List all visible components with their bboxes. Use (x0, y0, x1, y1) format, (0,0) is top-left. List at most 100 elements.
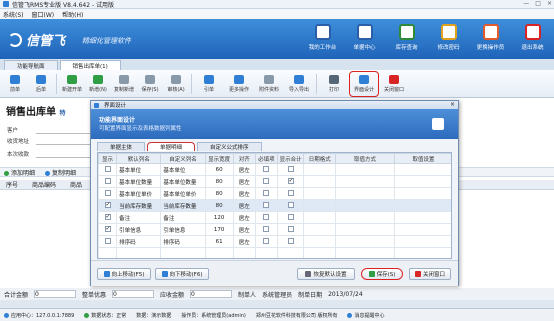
empty-cell[interactable] (303, 187, 337, 200)
custom-name-cell[interactable]: 基本单位 (160, 163, 206, 176)
required-checkbox[interactable] (263, 238, 270, 245)
width-cell[interactable]: 80 (204, 199, 234, 212)
custom-name-cell[interactable]: 引单信息 (160, 223, 206, 236)
topnav-item-2[interactable]: 库存查询 (389, 21, 424, 51)
empty-cell[interactable] (393, 211, 451, 224)
topnav-item-1[interactable]: 单据中心 (347, 21, 382, 51)
required-checkbox[interactable] (263, 202, 270, 209)
custom-name-cell[interactable]: 基本单位数量 (160, 175, 206, 188)
tab-document-body[interactable]: 单据主体 (97, 142, 146, 151)
empty-cell[interactable] (393, 163, 451, 176)
dialog-close-icon[interactable]: × (450, 101, 455, 108)
total-checkbox[interactable] (287, 238, 294, 245)
custom-name-cell[interactable]: 备注 (160, 211, 206, 224)
toolbar-button-12[interactable]: 界面设计 (349, 70, 379, 97)
empty-cell[interactable] (335, 223, 395, 236)
total-checkbox[interactable] (287, 202, 294, 209)
topnav-item-5[interactable]: 退出系统 (515, 21, 550, 51)
toolbar-button-13[interactable]: 关闭窗口 (379, 71, 409, 97)
required-checkbox[interactable] (263, 178, 270, 185)
minimize-button[interactable]: — (523, 0, 529, 7)
toolbar-button-9[interactable]: 附件资料 (254, 71, 284, 97)
close-window-button[interactable]: 关闭窗口 (409, 268, 451, 280)
empty-cell[interactable] (335, 199, 395, 212)
payment-field[interactable] (36, 157, 96, 158)
copy-detail-button[interactable]: 复制明细 (45, 168, 76, 177)
total-checkbox[interactable] (287, 166, 294, 173)
custom-name-cell[interactable]: 当前库存数量 (160, 199, 206, 212)
show-checkbox[interactable] (104, 166, 111, 173)
empty-cell[interactable] (335, 163, 395, 176)
toolbar-button-4[interactable]: 复制新增 (111, 71, 137, 97)
empty-cell[interactable] (335, 235, 395, 248)
address-field[interactable] (36, 144, 96, 145)
toolbar-button-2[interactable]: 新建开单 (59, 71, 85, 97)
menu-system[interactable]: 系统(S) (3, 10, 24, 19)
empty-cell[interactable] (393, 187, 451, 200)
toolbar-button-11[interactable]: 打印 (319, 71, 349, 97)
save-button[interactable]: 保存(S) (361, 268, 403, 280)
tab-sales-outbound[interactable]: 销售出库单(1) (59, 60, 121, 70)
empty-cell[interactable] (303, 175, 337, 188)
show-checkbox[interactable] (104, 178, 111, 185)
topnav-item-4[interactable]: 更换操作员 (473, 21, 508, 51)
table-row[interactable]: 当前库存数量当前库存数量80居左 (98, 199, 451, 212)
topnav-item-0[interactable]: 我的工作台 (305, 21, 340, 51)
empty-cell[interactable] (303, 235, 337, 248)
show-checkbox[interactable] (104, 213, 111, 221)
required-checkbox[interactable] (263, 166, 270, 173)
table-row[interactable]: 基本单位数量 基本单位数量 80 居左 (98, 175, 451, 188)
menu-window[interactable]: 窗口(W) (32, 10, 55, 19)
empty-cell[interactable] (335, 175, 395, 188)
width-cell[interactable]: 61 (204, 235, 234, 248)
total-checkbox[interactable] (287, 226, 294, 233)
toolbar-button-5[interactable]: 保存(S) (137, 71, 163, 97)
tab-navigation[interactable]: 功能导航面 (4, 60, 58, 70)
empty-cell[interactable] (393, 175, 451, 188)
tab-document-detail[interactable]: 单据明细 (147, 142, 196, 151)
toolbar-button-1[interactable]: 后单 (28, 71, 54, 97)
required-checkbox[interactable] (263, 214, 270, 221)
empty-cell[interactable] (303, 223, 337, 236)
table-row[interactable]: 备注备注120居左 (98, 211, 451, 224)
empty-cell[interactable] (303, 199, 337, 212)
move-up-button[interactable]: 向上移动(F5) (97, 268, 151, 280)
toolbar-button-8[interactable]: 更多操作 (224, 71, 254, 97)
required-checkbox[interactable] (263, 226, 270, 233)
close-button[interactable]: × (547, 0, 552, 7)
width-cell[interactable]: 170 (204, 223, 234, 236)
table-row[interactable]: 基本单位单价 基本单位单价 80 居左 (98, 187, 451, 200)
empty-cell[interactable] (303, 163, 337, 176)
show-checkbox[interactable] (104, 238, 111, 245)
table-row[interactable]: 引单信息引单信息170居左 (98, 223, 451, 236)
message-center[interactable]: 消息提醒中心 (347, 312, 384, 319)
discount-field[interactable]: 0 (112, 290, 155, 298)
width-cell[interactable]: 60 (204, 163, 234, 176)
topnav-item-3[interactable]: 修改密码 (431, 21, 466, 51)
table-row[interactable]: 排序码 排序码 61 居左 (98, 235, 451, 248)
move-down-button[interactable]: 向下移动(F6) (155, 268, 209, 280)
custom-name-cell[interactable]: 排序码 (160, 235, 206, 248)
required-checkbox[interactable] (263, 190, 270, 197)
reset-default-button[interactable]: 恢复默认设置 (297, 268, 355, 280)
show-checkbox[interactable] (104, 225, 111, 233)
toolbar-button-10[interactable]: 导入导出 (284, 71, 314, 97)
maximize-button[interactable]: □ (535, 0, 541, 7)
toolbar-button-0[interactable]: 前单 (2, 71, 28, 97)
custom-name-cell[interactable]: 基本单位单价 (160, 187, 206, 200)
menu-help[interactable]: 帮助(H) (62, 10, 83, 19)
customer-field[interactable] (36, 133, 96, 134)
table-row[interactable]: 基本单位 基本单位 60 居左 (98, 163, 451, 176)
total-checkbox[interactable] (287, 214, 294, 221)
empty-cell[interactable] (393, 199, 451, 212)
empty-cell[interactable] (335, 211, 395, 224)
toolbar-button-7[interactable]: 引单 (194, 71, 224, 97)
empty-cell[interactable] (303, 211, 337, 224)
empty-cell[interactable] (393, 235, 451, 248)
tab-custom-formula[interactable]: 自定义公式排序 (197, 142, 262, 151)
show-checkbox[interactable] (104, 190, 111, 197)
toolbar-button-3[interactable]: 新增(N) (85, 71, 111, 97)
total-checkbox[interactable] (287, 177, 294, 185)
total-checkbox[interactable] (287, 190, 294, 197)
add-detail-button[interactable]: 添加明细 (4, 168, 35, 177)
